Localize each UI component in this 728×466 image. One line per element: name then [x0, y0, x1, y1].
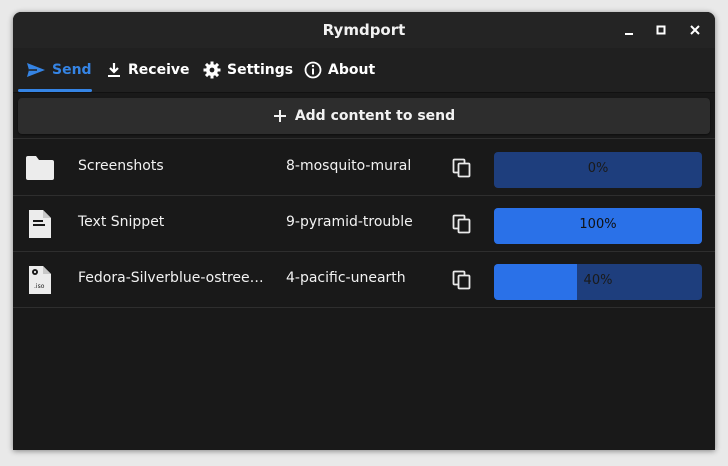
minimize-button[interactable] [620, 21, 638, 39]
tab-send[interactable]: Send [26, 48, 92, 92]
download-icon [108, 63, 120, 77]
copy-icon[interactable] [452, 214, 472, 234]
transfer-code: 9-pyramid-trouble [286, 214, 413, 230]
progress-bar: 40% [494, 264, 702, 300]
tab-bar: Send Receive Settings About [13, 48, 715, 93]
app-window: Rymdport Send Receive Settings About Add… [13, 12, 715, 450]
progress-label: 40% [583, 273, 613, 288]
iso-file-icon: .iso [29, 266, 51, 294]
tab-label: Settings [227, 62, 294, 78]
close-button[interactable] [686, 21, 704, 39]
progress-label: 100% [579, 217, 617, 232]
iso-label: .iso [34, 283, 45, 290]
progress-bar: 100% [494, 208, 702, 244]
tab-settings[interactable]: Settings [203, 48, 293, 92]
tab-receive[interactable]: Receive [106, 48, 190, 92]
transfer-code: 8-mosquito-mural [286, 158, 412, 174]
list-item: Text Snippet 9-pyramid-trouble 100% [13, 195, 715, 252]
progress-label: 0% [587, 161, 609, 176]
window-title: Rymdport [322, 21, 406, 39]
tab-label: About [328, 62, 376, 78]
send-icon [27, 63, 45, 77]
folder-icon [26, 156, 54, 180]
info-icon [304, 61, 322, 79]
tab-about[interactable]: About [304, 48, 375, 92]
tab-label: Send [52, 62, 92, 78]
add-content-button[interactable]: Add content to send [18, 98, 710, 134]
add-content-label: Add content to send [294, 108, 456, 124]
list-item: Screenshots 8-mosquito-mural 0% [13, 139, 715, 196]
item-name: Text Snippet [78, 214, 165, 230]
minimize-icon [625, 33, 633, 35]
text-file-icon [29, 210, 51, 238]
copy-icon[interactable] [452, 270, 472, 290]
item-name: Fedora-Silverblue-ostree… [78, 270, 264, 286]
item-name: Screenshots [78, 158, 164, 174]
progress-bar: 0% [494, 152, 702, 188]
maximize-button[interactable] [652, 21, 670, 39]
active-tab-indicator [18, 89, 92, 92]
list-item: .iso Fedora-Silverblue-ostree… 4-pacific… [13, 251, 715, 308]
gear-icon [203, 61, 221, 79]
titlebar[interactable]: Rymdport [13, 12, 715, 48]
tab-label: Receive [128, 62, 190, 78]
copy-icon[interactable] [452, 158, 472, 178]
plus-icon [273, 110, 286, 122]
maximize-icon [656, 25, 666, 35]
close-icon [690, 25, 700, 35]
transfer-code: 4-pacific-unearth [286, 270, 406, 286]
